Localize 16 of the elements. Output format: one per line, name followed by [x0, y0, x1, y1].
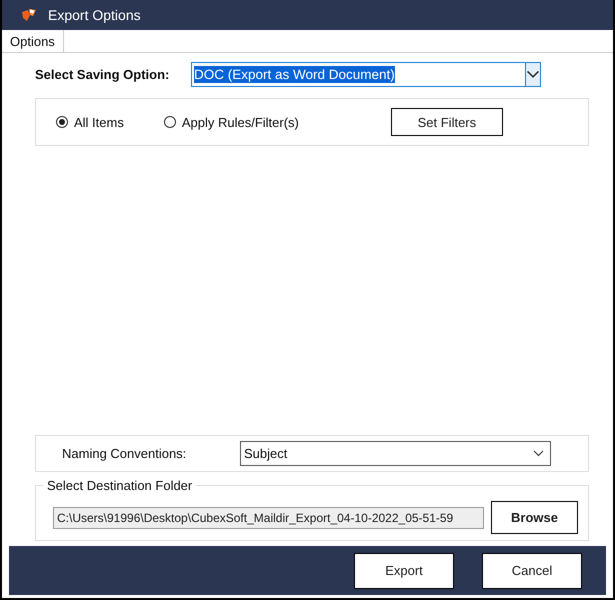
app-logo-icon: [21, 7, 37, 23]
saving-option-dropdown[interactable]: DOC (Export as Word Document): [191, 62, 541, 86]
chevron-down-icon: [533, 450, 544, 457]
path-field[interactable]: C:\Users\91996\Desktop\CubexSoft_Maildir_Export_04-10-2022_05-51-59: [53, 506, 484, 528]
saving-option-label: Select Saving Option:: [35, 66, 170, 82]
browse-button[interactable]: Browse: [491, 501, 578, 534]
radio-button[interactable]: Apply Rules/Filter(s): [164, 114, 299, 130]
radio-button[interactable]: All Items: [56, 114, 124, 130]
window-title: Export Options: [48, 7, 141, 23]
footer-button[interactable]: Export: [354, 552, 454, 588]
naming-label: Naming Conventions:: [62, 446, 188, 461]
footer-button[interactable]: Cancel: [482, 552, 582, 588]
chevron-down-icon: [525, 62, 540, 86]
naming-dropdown[interactable]: Subject: [240, 441, 551, 466]
set-filters-button[interactable]: Set Filters: [390, 108, 503, 136]
group-title: Select Destination Folder: [46, 478, 194, 493]
